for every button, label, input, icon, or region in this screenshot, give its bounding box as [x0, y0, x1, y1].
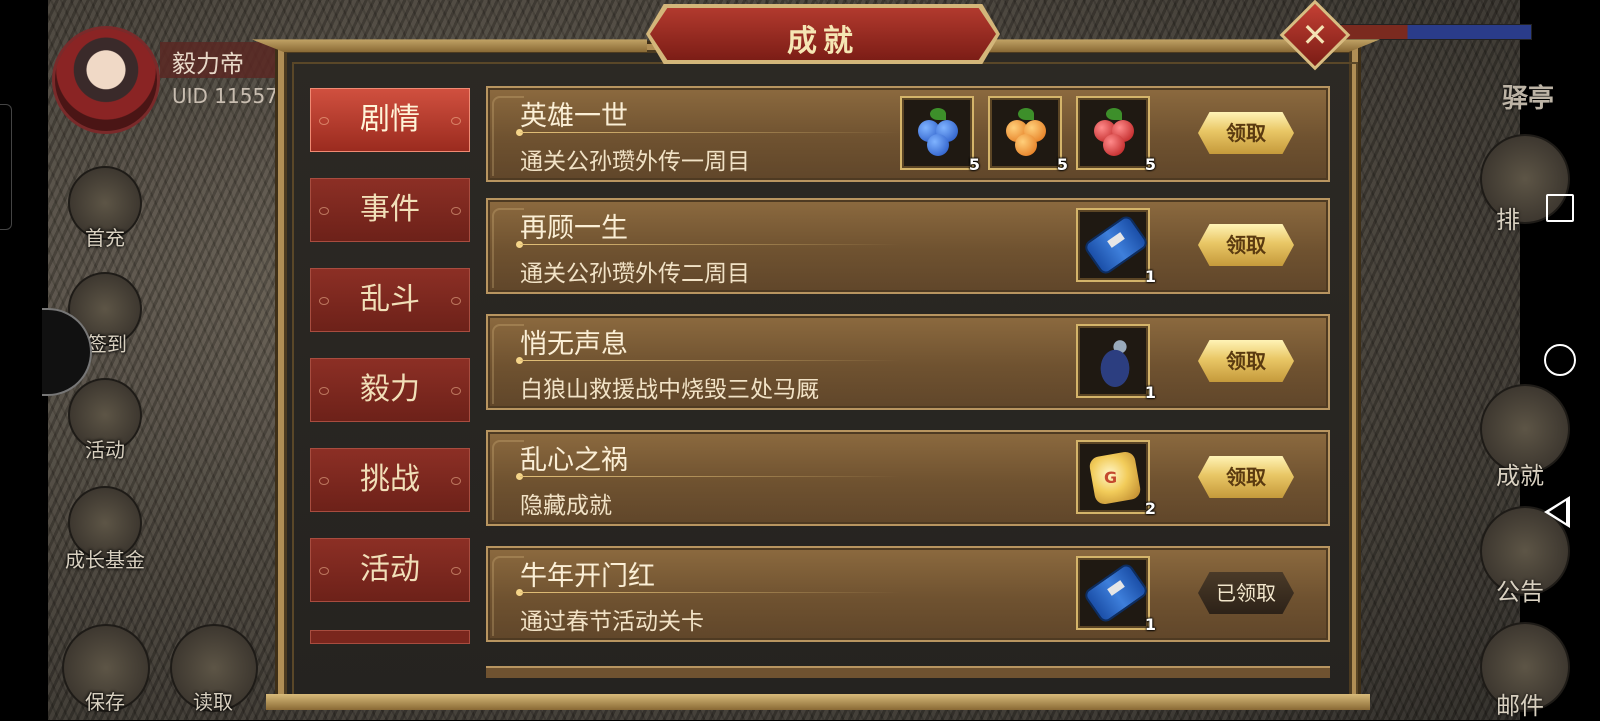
close-icon[interactable]: ✕: [1290, 10, 1340, 60]
reward-slot[interactable]: 5: [1076, 96, 1156, 174]
save-label: 保存: [85, 690, 125, 714]
achievement-title: 牛年开门红: [520, 561, 655, 592]
ranking-label: 排: [1496, 206, 1520, 234]
achievement-row: 英雄一世 通关公孙瓒外传一周目 5 5 5 领取: [486, 86, 1330, 182]
achievement-desc: 通关公孙瓒外传二周目: [520, 261, 750, 287]
tab-brawl[interactable]: 乱斗: [310, 268, 470, 332]
frame-bottom-bar: [266, 694, 1370, 710]
tab-challenge[interactable]: 挑战: [310, 448, 470, 512]
reward-slot[interactable]: G 2: [1076, 440, 1156, 518]
tab-activity[interactable]: 活动: [310, 538, 470, 602]
achievement-title: 悄无声息: [520, 329, 628, 360]
tab-label: 剧情: [360, 102, 420, 137]
claim-button[interactable]: 领取: [1198, 224, 1294, 266]
claim-button[interactable]: 领取: [1198, 456, 1294, 498]
recent-apps-icon[interactable]: [1546, 194, 1574, 222]
home-icon[interactable]: [1544, 344, 1576, 376]
cavalry-unit-icon: [1090, 336, 1140, 390]
achievement-row-partial: [486, 666, 1330, 678]
reward-slot[interactable]: 5: [988, 96, 1068, 174]
claim-button[interactable]: 领取: [1198, 112, 1294, 154]
reward-qty: 1: [1144, 267, 1156, 286]
player-name: 毅力帝: [172, 50, 244, 78]
back-icon[interactable]: [1544, 496, 1570, 528]
reward-qty: 5: [1056, 155, 1068, 174]
tab-label: 挑战: [360, 462, 420, 497]
player-uid: UID 11557: [172, 84, 278, 108]
reward-qty: 1: [1144, 383, 1156, 402]
player-avatar[interactable]: [52, 26, 160, 134]
post-station-label[interactable]: 驿亭: [1502, 78, 1554, 115]
notice-label: 公告: [1496, 578, 1544, 606]
reward-qty: 5: [968, 155, 980, 174]
achievement-row: 牛年开门红 通过春节活动关卡 1 已领取: [486, 546, 1330, 642]
event-label: 活动: [85, 438, 125, 462]
load-label: 读取: [193, 690, 233, 714]
tab-story[interactable]: 剧情: [310, 88, 470, 152]
tab-label: 事件: [360, 192, 420, 227]
claim-button[interactable]: 领取: [1198, 340, 1294, 382]
achievement-title: 乱心之祸: [520, 445, 628, 476]
claimed-button: 已领取: [1198, 572, 1294, 614]
tab-label: 毅力: [360, 372, 420, 407]
reward-qty: 1: [1144, 615, 1156, 634]
achievement-desc: 隐藏成就: [520, 493, 612, 519]
reward-qty: 5: [1144, 155, 1156, 174]
achievement-desc: 白狼山救援战中烧毁三处马厩: [520, 377, 819, 403]
reward-slot[interactable]: 1: [1076, 556, 1156, 634]
reward-slot[interactable]: 5: [900, 96, 980, 174]
tab-perseverance[interactable]: 毅力: [310, 358, 470, 422]
tab-label: 活动: [360, 552, 420, 587]
reward-slot[interactable]: 1: [1076, 208, 1156, 286]
tab-partial[interactable]: [310, 630, 470, 644]
mail-label: 邮件: [1496, 692, 1544, 720]
achievement-row: 乱心之祸 隐藏成就 G 2 领取: [486, 430, 1330, 526]
device-notch: [0, 104, 12, 230]
reward-slot[interactable]: 1: [1076, 324, 1156, 402]
coin-mark: G: [1104, 468, 1118, 487]
tab-label: 乱斗: [360, 282, 420, 317]
achievement-row: 再顾一生 通关公孙瓒外传二周目 1 领取: [486, 198, 1330, 294]
achievement-desc: 通关公孙瓒外传一周目: [520, 149, 750, 175]
dialog-title: 成就: [787, 24, 859, 59]
tab-events[interactable]: 事件: [310, 178, 470, 242]
growth-fund-label: 成长基金: [65, 548, 145, 572]
achievement-row: 悄无声息 白狼山救援战中烧毁三处马厩 1 领取: [486, 314, 1330, 410]
achievement-label: 成就: [1496, 462, 1544, 490]
resource-bar: [1340, 24, 1532, 40]
first-charge-label: 首充: [85, 226, 125, 250]
reward-qty: 2: [1144, 499, 1156, 518]
achievement-desc: 通过春节活动关卡: [520, 609, 704, 635]
achievement-title: 英雄一世: [520, 101, 628, 132]
achievement-title: 再顾一生: [520, 213, 628, 244]
